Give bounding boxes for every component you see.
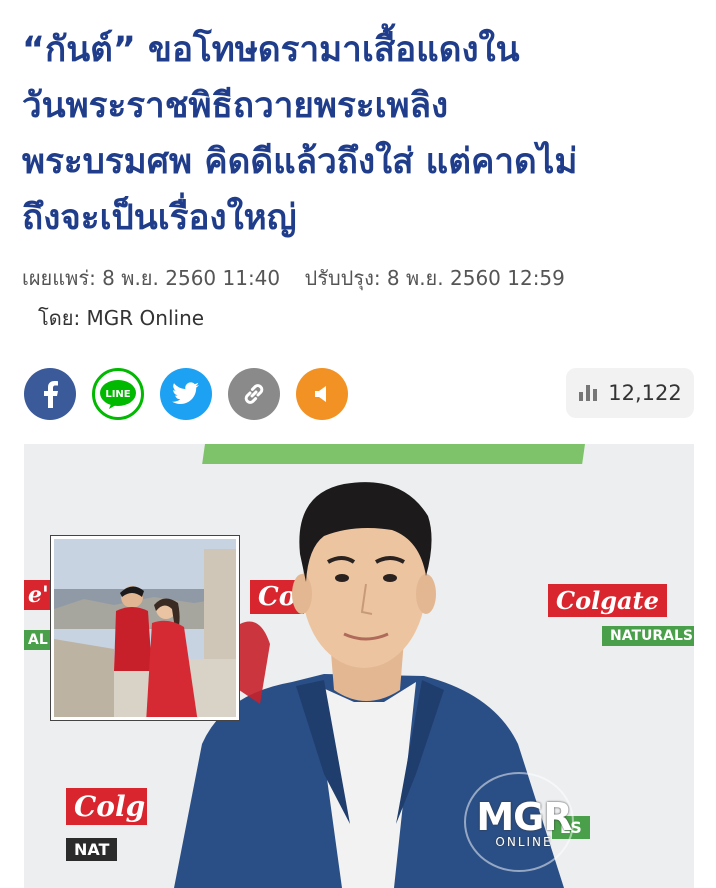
line-label: LINE (105, 388, 131, 400)
twitter-share-button[interactable] (160, 368, 212, 420)
published-date: เผยแพร่: 8 พ.ย. 2560 11:40 (22, 266, 281, 290)
couple-photo-illustration (54, 539, 236, 717)
article-meta: เผยแพร่: 8 พ.ย. 2560 11:40 ปรับปรุง: 8 พ… (22, 262, 702, 294)
headline-line: ถึงจะเป็นเรื่องใหญ่ (22, 198, 297, 238)
hero-image: Colgate NATURALS Colg NAT Co e' AL LS MG… (24, 444, 694, 888)
line-icon: LINE (99, 379, 137, 409)
speaker-icon (311, 383, 333, 405)
facebook-icon (39, 380, 61, 408)
view-count: 12,122 (608, 381, 682, 405)
facebook-share-button[interactable] (24, 368, 76, 420)
listen-button[interactable] (296, 368, 348, 420)
copy-link-button[interactable] (228, 368, 280, 420)
byline: โดย: MGR Online (38, 306, 205, 330)
article-headline: “กันต์” ขอโทษดรามาเสื้อแดงใน วันพระราชพิ… (22, 22, 702, 246)
link-icon (241, 381, 267, 407)
view-count-badge: 12,122 (566, 368, 694, 418)
inset-couple-photo (51, 536, 239, 720)
line-share-button[interactable]: LINE (92, 368, 144, 420)
mgr-online-watermark: MGR ONLINE (454, 772, 594, 872)
watermark-ring (464, 772, 574, 872)
headline-line: วันพระราชพิธีถวายพระเพลิง (22, 86, 449, 126)
share-bar: LINE (24, 368, 348, 420)
updated-date: ปรับปรุง: 8 พ.ย. 2560 12:59 (304, 266, 565, 290)
headline-line: “กันต์” ขอโทษดรามาเสื้อแดงใน (22, 30, 520, 70)
twitter-icon (172, 382, 200, 406)
bar-chart-icon (578, 381, 600, 406)
headline-line: พระบรมศพ คิดดีแล้วถึงใส่ แต่คาดไม่ (22, 142, 578, 182)
